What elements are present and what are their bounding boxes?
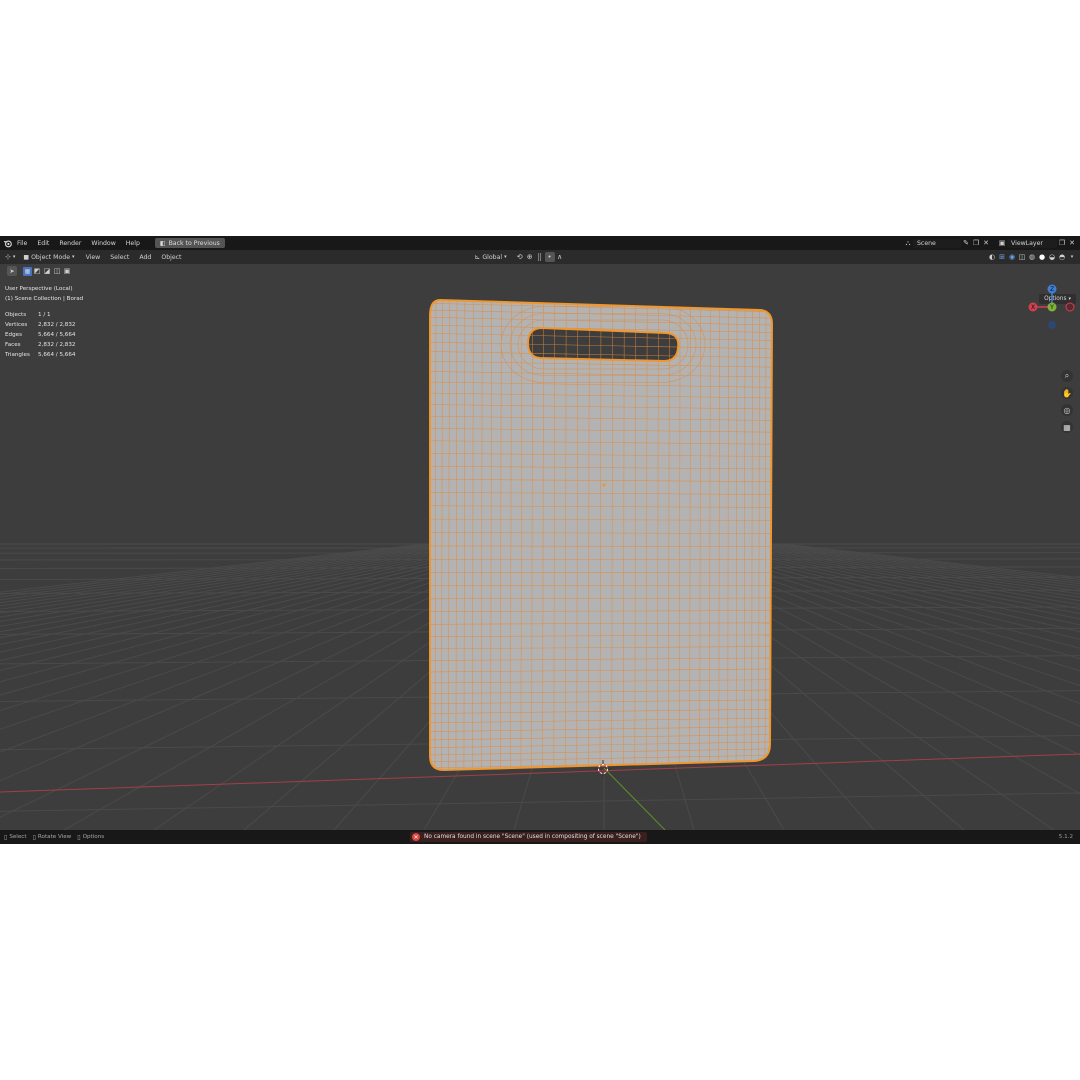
view-layer-icon[interactable]: ▣ <box>997 238 1007 248</box>
viewport-canvas[interactable] <box>0 264 1080 831</box>
select-tool-icon[interactable]: ➤ <box>7 266 17 276</box>
viewport-header: ⊹ ▾ ■ Object Mode ▾ View Select Add Objec… <box>0 250 1080 264</box>
mouse-middle-icon: ▯ <box>32 833 36 841</box>
pan-hand-icon[interactable]: ✋ <box>1061 387 1073 399</box>
delete-view-layer-icon[interactable]: ✕ <box>1067 238 1077 248</box>
shading-rendered-icon[interactable]: ◓ <box>1057 252 1067 262</box>
view-layer-selector[interactable]: ViewLayer <box>1007 238 1057 248</box>
menu-add[interactable]: Add <box>134 254 156 261</box>
menu-select[interactable]: Select <box>105 254 134 261</box>
object-mode-icon: ■ <box>23 253 30 261</box>
ortho-grid-icon[interactable]: ▦ <box>1061 421 1073 433</box>
new-scene-icon[interactable]: ❐ <box>971 238 981 248</box>
navigation-gizmo[interactable]: Z X Y <box>1026 284 1080 334</box>
menu-edit[interactable]: Edit <box>32 240 54 247</box>
3d-viewport[interactable]: ➤ ▦ ◩ ◪ ◫ ▣ Options ▾ User Perspective (… <box>0 264 1080 831</box>
menu-render[interactable]: Render <box>54 240 86 247</box>
back-icon: ◧ <box>159 239 166 247</box>
camera-view-icon[interactable]: ◎ <box>1061 404 1073 416</box>
collection-label: (1) Scene Collection | Borad <box>5 296 84 302</box>
mode-dropdown[interactable]: ■ Object Mode ▾ <box>23 254 74 261</box>
chevron-down-icon: ▾ <box>12 254 16 260</box>
snap-icon[interactable]: ⊕ <box>525 252 535 262</box>
select-new-icon[interactable]: ▦ <box>23 266 32 276</box>
select-extend-icon[interactable]: ◩ <box>32 266 42 276</box>
pin-icon[interactable]: ✎ <box>961 238 971 248</box>
shading-material-icon[interactable]: ◒ <box>1047 252 1057 262</box>
proportional-edit-icon[interactable]: • <box>544 252 555 262</box>
select-subtract-icon[interactable]: ◪ <box>42 266 52 276</box>
menu-window[interactable]: Window <box>86 240 120 247</box>
top-menu-bar: File Edit Render Window Help ◧ Back to P… <box>0 236 1080 250</box>
tool-settings-row: ➤ ▦ ◩ ◪ ◫ ▣ <box>0 264 1080 278</box>
shading-wireframe-icon[interactable]: ◍ <box>1027 252 1037 262</box>
chevron-down-icon: ▾ <box>504 254 507 260</box>
chevron-down-icon: ▾ <box>72 254 75 260</box>
select-invert-icon[interactable]: ◫ <box>52 266 62 276</box>
y-axis-line <box>603 767 666 831</box>
gizmo-toggle-icon[interactable]: ⊞ <box>997 252 1007 262</box>
stat-vertices: Vertices 2,832 / 2,832 <box>5 322 76 328</box>
mouse-left-icon: ▯ <box>4 833 8 841</box>
delete-scene-icon[interactable]: ✕ <box>981 238 991 248</box>
shading-solid-icon[interactable]: ● <box>1037 252 1047 262</box>
xray-toggle-icon[interactable]: ◫ <box>1017 252 1027 262</box>
gizmo-neg-z-handle[interactable] <box>1048 321 1056 329</box>
version-label: 5.1.2 <box>1058 834 1073 840</box>
overlays-toggle-icon[interactable]: ◉ <box>1007 252 1017 262</box>
stat-faces: Faces 2,832 / 2,832 <box>5 342 76 348</box>
orientation-axes-icon: ⊾ <box>474 253 481 261</box>
falloff-icon[interactable]: ∧ <box>555 252 565 262</box>
transform-orientation-dropdown[interactable]: ⊾ Global ▾ <box>474 253 506 261</box>
snap-target-icon[interactable]: ⣿ <box>535 252 545 262</box>
zoom-icon[interactable]: ⌕ <box>1061 370 1073 382</box>
viewport-editor-icon: ⊹ <box>5 253 11 261</box>
mouse-right-icon: ▯ <box>77 833 81 841</box>
view-perspective-label: User Perspective (Local) <box>5 286 73 292</box>
gizmo-neg-x-handle[interactable] <box>1065 302 1075 312</box>
object-origin-icon <box>602 483 606 487</box>
error-icon: ✕ <box>412 833 420 841</box>
menu-help[interactable]: Help <box>121 240 145 247</box>
blender-window: File Edit Render Window Help ◧ Back to P… <box>0 236 1080 844</box>
svg-text:Z: Z <box>1050 286 1054 293</box>
back-to-previous-button[interactable]: ◧ Back to Previous <box>154 238 225 248</box>
new-view-layer-icon[interactable]: ❐ <box>1057 238 1067 248</box>
menu-file[interactable]: File <box>12 240 32 247</box>
stat-objects: Objects 1 / 1 <box>5 312 51 318</box>
stat-edges: Edges 5,664 / 5,664 <box>5 332 76 338</box>
svg-text:Y: Y <box>1049 304 1054 311</box>
visibility-icon[interactable]: ◐ <box>987 252 997 262</box>
stat-triangles: Triangles 5,664 / 5,664 <box>5 352 76 358</box>
svg-text:X: X <box>1031 304 1035 311</box>
menu-object[interactable]: Object <box>156 254 186 261</box>
editor-type-dropdown[interactable]: ⊹ ▾ <box>5 253 15 261</box>
menu-view[interactable]: View <box>81 254 106 261</box>
blender-logo-icon[interactable] <box>2 238 12 248</box>
cutting-board-mesh[interactable] <box>425 294 775 774</box>
scene-selector[interactable]: Scene <box>913 238 961 248</box>
viewport-text-info: User Perspective (Local) (1) Scene Colle… <box>5 284 83 360</box>
shading-options-icon[interactable]: ▾ <box>1067 252 1077 262</box>
select-intersect-icon[interactable]: ▣ <box>62 266 72 276</box>
pivot-point-icon[interactable]: ⟲ <box>515 252 525 262</box>
scene-icon[interactable]: ⛬ <box>903 238 913 248</box>
error-report[interactable]: ✕ No camera found in scene "Scene" (used… <box>410 832 647 842</box>
